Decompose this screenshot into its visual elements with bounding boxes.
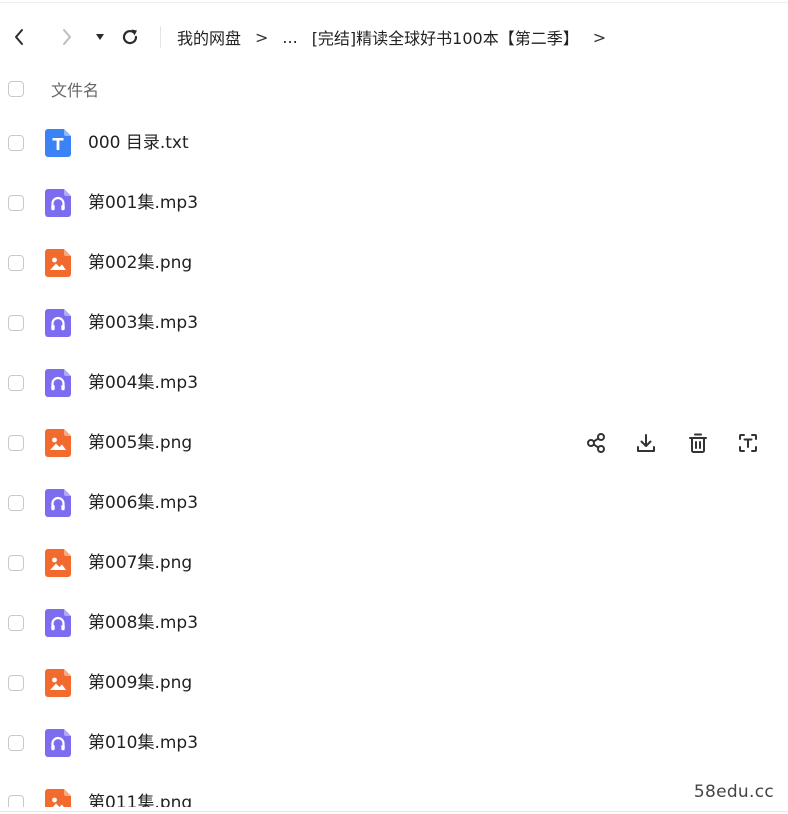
file-row[interactable]: 第011集.png xyxy=(0,773,788,807)
file-name[interactable]: 第005集.png xyxy=(88,413,192,473)
share-icon xyxy=(585,432,607,454)
breadcrumb-separator: > xyxy=(255,27,269,47)
breadcrumb-trailing-separator[interactable]: > xyxy=(593,28,606,47)
file-row[interactable]: 第005集.png xyxy=(0,413,788,473)
file-name[interactable]: 第003集.mp3 xyxy=(88,293,198,353)
audio-file-icon xyxy=(45,369,71,397)
file-name[interactable]: 第008集.mp3 xyxy=(88,593,198,653)
back-button[interactable] xyxy=(8,14,30,60)
file-checkbox[interactable] xyxy=(8,555,24,571)
file-row[interactable]: 第002集.png xyxy=(0,233,788,293)
download-button[interactable] xyxy=(633,430,659,456)
file-name[interactable]: 第009集.png xyxy=(88,653,192,713)
history-dropdown-button[interactable] xyxy=(92,14,108,60)
file-checkbox[interactable] xyxy=(8,315,24,331)
refresh-icon xyxy=(122,29,138,45)
download-icon xyxy=(635,432,657,454)
file-name[interactable]: 第002集.png xyxy=(88,233,192,293)
file-checkbox[interactable] xyxy=(8,255,24,271)
file-checkbox[interactable] xyxy=(8,795,24,807)
file-checkbox[interactable] xyxy=(8,495,24,511)
file-name[interactable]: 第004集.mp3 xyxy=(88,353,198,413)
text-extract-button[interactable] xyxy=(735,430,761,456)
audio-file-icon xyxy=(45,729,71,757)
list-header: 文件名 xyxy=(0,70,788,108)
file-checkbox[interactable] xyxy=(8,375,24,391)
file-checkbox[interactable] xyxy=(8,675,24,691)
share-button[interactable] xyxy=(583,430,609,456)
caret-down-icon xyxy=(96,34,104,40)
delete-button[interactable] xyxy=(685,430,711,456)
text-extract-icon xyxy=(737,432,759,454)
top-divider xyxy=(0,2,788,3)
file-name[interactable]: 第006集.mp3 xyxy=(88,473,198,533)
chevron-left-icon xyxy=(15,29,23,45)
breadcrumb-current[interactable]: [完结]精读全球好书100本【第二季】 xyxy=(312,25,579,49)
file-checkbox[interactable] xyxy=(8,435,24,451)
file-checkbox[interactable] xyxy=(8,615,24,631)
image-file-icon xyxy=(45,789,71,807)
file-row[interactable]: 第006集.mp3 xyxy=(0,473,788,533)
forward-button[interactable] xyxy=(56,14,78,60)
column-header-filename[interactable]: 文件名 xyxy=(51,77,99,101)
file-row[interactable]: 第007集.png xyxy=(0,533,788,593)
file-row[interactable]: 第010集.mp3 xyxy=(0,713,788,773)
file-list: 000 目录.txt 第001集.mp3 第002集.png 第003集.mp3… xyxy=(0,113,788,807)
image-file-icon xyxy=(45,429,71,457)
watermark: 58edu.cc xyxy=(693,782,774,802)
image-file-icon xyxy=(45,249,71,277)
file-name[interactable]: 第011集.png xyxy=(88,773,192,807)
file-name[interactable]: 第007集.png xyxy=(88,533,192,593)
select-all-checkbox[interactable] xyxy=(8,81,24,97)
file-row[interactable]: 第008集.mp3 xyxy=(0,593,788,653)
file-row[interactable]: 第001集.mp3 xyxy=(0,173,788,233)
toolbar: 我的网盘 > ... [完结]精读全球好书100本【第二季】 > xyxy=(0,14,788,60)
file-row[interactable]: 第004集.mp3 xyxy=(0,353,788,413)
breadcrumb: 我的网盘 > ... [完结]精读全球好书100本【第二季】 > xyxy=(177,14,620,60)
file-checkbox[interactable] xyxy=(8,135,24,151)
file-name[interactable]: 第001集.mp3 xyxy=(88,173,198,233)
breadcrumb-ellipsis[interactable]: ... xyxy=(282,28,297,47)
file-row[interactable]: 第009集.png xyxy=(0,653,788,713)
file-name[interactable]: 000 目录.txt xyxy=(88,113,189,173)
image-file-icon xyxy=(45,549,71,577)
audio-file-icon xyxy=(45,189,71,217)
chevron-right-icon xyxy=(63,29,71,45)
audio-file-icon xyxy=(45,489,71,517)
image-file-icon xyxy=(45,669,71,697)
file-row[interactable]: 000 目录.txt xyxy=(0,113,788,173)
file-name[interactable]: 第010集.mp3 xyxy=(88,713,198,773)
breadcrumb-root[interactable]: 我的网盘 xyxy=(177,25,241,49)
txt-file-icon xyxy=(45,129,71,157)
file-checkbox[interactable] xyxy=(8,735,24,751)
file-checkbox[interactable] xyxy=(8,195,24,211)
audio-file-icon xyxy=(45,609,71,637)
refresh-button[interactable] xyxy=(118,14,142,60)
toolbar-divider xyxy=(160,26,161,48)
file-row[interactable]: 第003集.mp3 xyxy=(0,293,788,353)
audio-file-icon xyxy=(45,309,71,337)
delete-icon xyxy=(687,432,709,454)
bottom-divider xyxy=(0,811,788,812)
